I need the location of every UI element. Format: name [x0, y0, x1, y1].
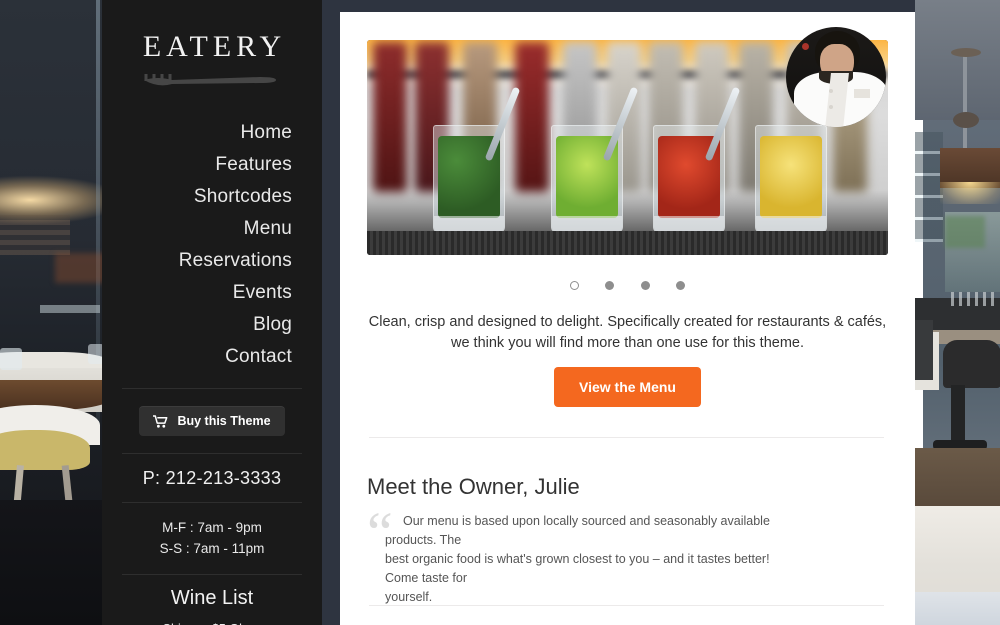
bg-lamp-light [940, 182, 1000, 204]
sidebar-item-contact[interactable]: Contact [102, 341, 292, 373]
sidebar-item-blog[interactable]: Blog [102, 309, 292, 341]
sidebar-item-features[interactable]: Features [102, 149, 292, 181]
avatar-coat-button [829, 105, 833, 109]
wine-list-title: Wine List [170, 587, 254, 609]
glass-base [654, 216, 724, 232]
bg-wine-glass-rack [915, 132, 943, 242]
bg-ledge [40, 305, 100, 313]
phone-number[interactable]: P: 212-213-3333 [102, 454, 322, 502]
hours-weekday: M-F : 7am - 9pm [162, 520, 262, 535]
bar-bottle [373, 42, 407, 192]
avatar-coat-button [829, 89, 833, 93]
section-divider-top [369, 437, 884, 438]
bg-chair-seat [0, 430, 90, 470]
slider-dot-4[interactable] [676, 281, 686, 291]
quote-mark-icon: “ [367, 500, 393, 565]
avatar-background-detail [802, 43, 809, 50]
wine-list-item-shiraz[interactable]: Shiraz – $5 Glass [142, 617, 282, 625]
hours-weekend: S-S : 7am - 11pm [159, 541, 265, 556]
bg-ceiling [915, 0, 1000, 120]
bg-greenery [945, 216, 985, 248]
bg-chair [943, 340, 1000, 388]
buy-button-label: Buy this Theme [177, 414, 271, 428]
bar-counter-grate [367, 231, 888, 255]
content-card: Clean, crisp and designed to delight. Sp… [340, 12, 915, 625]
view-the-menu-button[interactable]: View the Menu [554, 367, 701, 407]
glass-base [756, 216, 826, 232]
avatar-garnish [792, 117, 810, 125]
owner-quote: “ Our menu is based upon locally sourced… [367, 504, 777, 607]
cta-container: View the Menu [340, 367, 915, 407]
slider-dot-3[interactable] [640, 281, 650, 291]
slider-dot-2[interactable] [605, 281, 615, 291]
lemon-slices [760, 136, 822, 218]
owner-section-title: Meet the Owner, Julie [367, 474, 580, 499]
quote-line: best organic food is what's grown closes… [385, 552, 770, 585]
glass-base [552, 216, 622, 232]
fork-icon [142, 72, 282, 99]
main-navigation: Home Features Shortcodes Menu Reservatio… [102, 117, 322, 373]
shopping-cart-icon [153, 414, 168, 428]
section-divider-bottom [369, 605, 884, 606]
quote-line: Our menu is based upon locally sourced a… [385, 514, 770, 547]
bg-water-glass [0, 348, 22, 370]
tagline-text: Clean, crisp and designed to delight. Sp… [368, 314, 887, 351]
sidebar: EATERY Home Features Shortcodes Menu Res… [102, 0, 322, 625]
sidebar-divider [122, 388, 302, 389]
bg-foreground-shadow [915, 592, 1000, 625]
sidebar-item-reservations[interactable]: Reservations [102, 245, 292, 277]
bar-bottle [515, 42, 549, 192]
background-photo-right [911, 0, 1000, 625]
opening-hours: M-F : 7am - 9pm S-S : 7am - 11pm [102, 503, 322, 574]
sidebar-item-home[interactable]: Home [102, 117, 292, 149]
bg-lamp-body [953, 112, 979, 128]
glass-base [434, 216, 504, 232]
slider-dot-1[interactable] [569, 281, 579, 291]
buy-this-theme-button[interactable]: Buy this Theme [139, 406, 285, 436]
avatar-coat-badge [854, 89, 870, 98]
cocktail-glass-lemon [755, 125, 827, 233]
bg-lamp-canopy [951, 48, 981, 57]
sidebar-item-shortcodes[interactable]: Shortcodes [102, 181, 292, 213]
bg-brick-wall [0, 215, 70, 255]
owner-avatar [786, 27, 886, 127]
slider-pagination [340, 277, 915, 295]
sidebar-item-events[interactable]: Events [102, 277, 292, 309]
site-logo[interactable]: EATERY [138, 30, 286, 64]
sidebar-item-menu[interactable]: Menu [102, 213, 292, 245]
bg-lamp-rod [963, 52, 967, 152]
bg-table-pedestal [951, 385, 965, 447]
bg-counter-items [951, 292, 996, 306]
